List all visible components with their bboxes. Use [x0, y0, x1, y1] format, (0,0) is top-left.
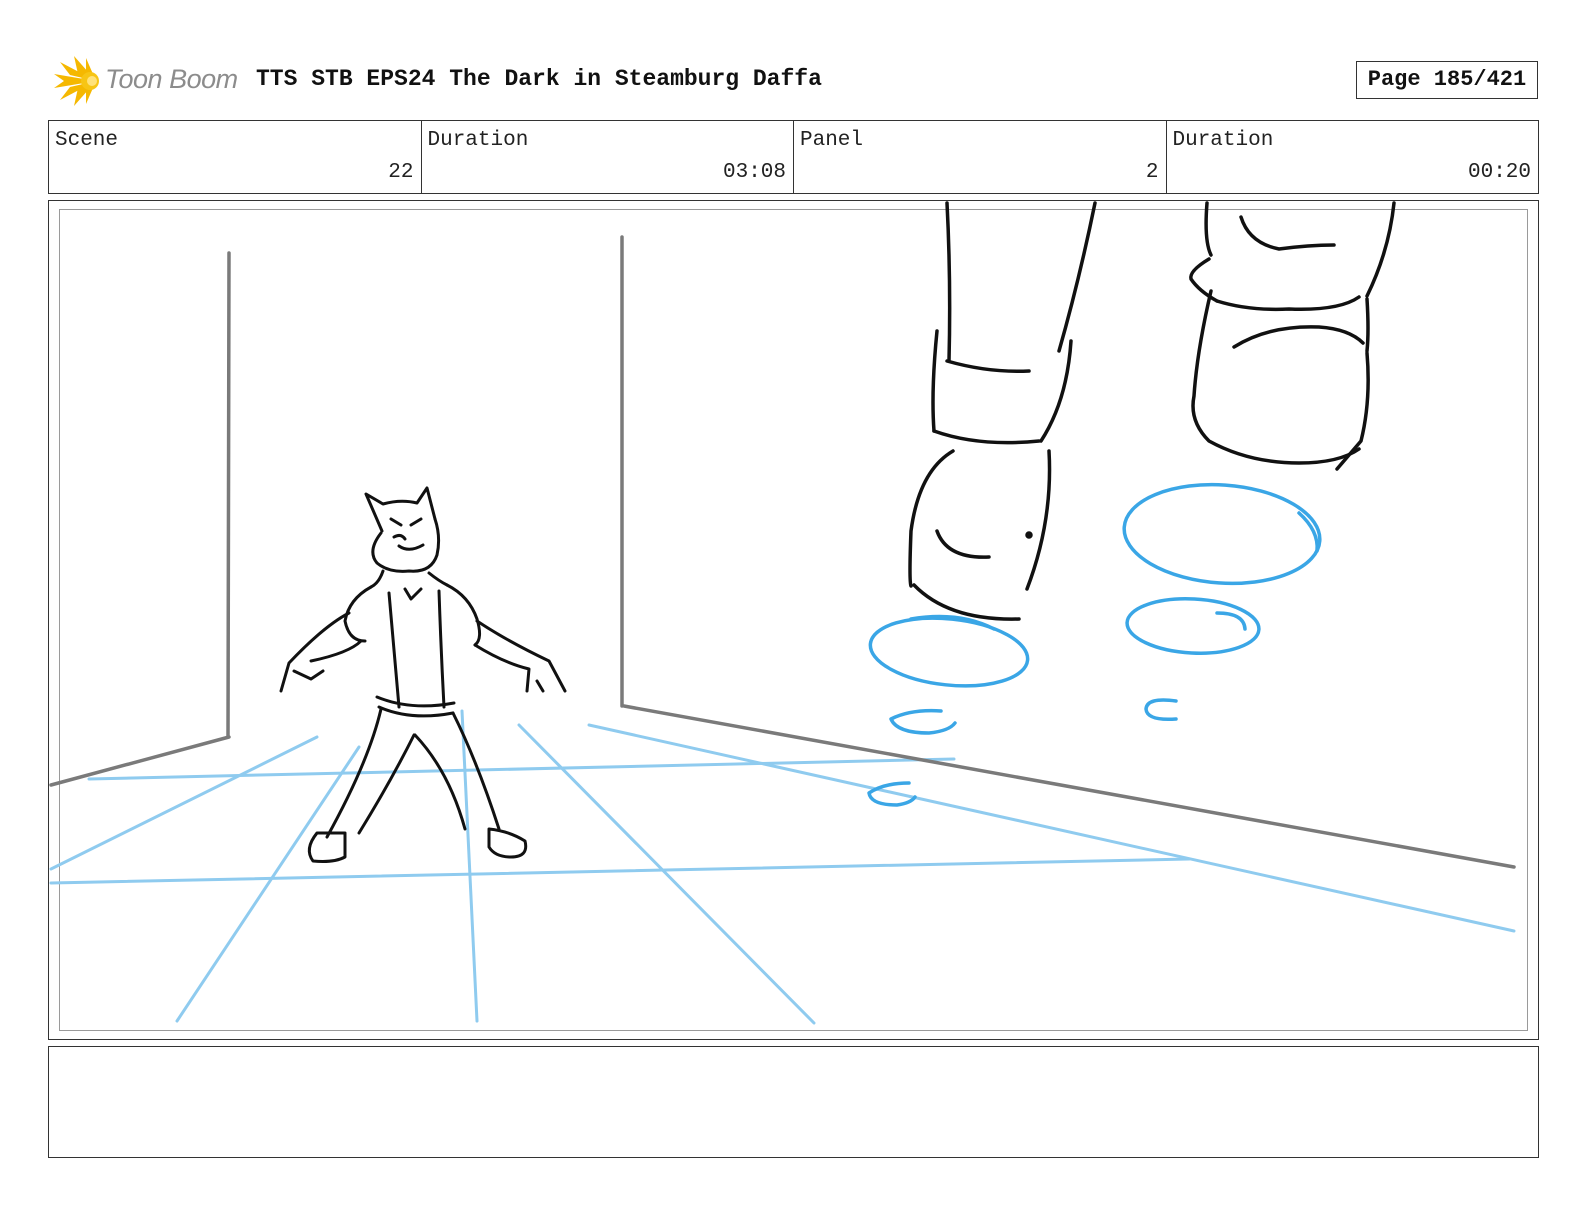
panel-frame [48, 200, 1539, 1040]
panel-label: Panel [800, 129, 864, 152]
giant-legs [908, 201, 1396, 621]
toon-boom-logo: Toon Boom [50, 54, 240, 108]
panel-duration-value: 00:20 [1467, 161, 1531, 184]
floor-grid [49, 709, 1516, 1025]
dust-puffs [867, 482, 1322, 807]
scene-duration-cell: Duration 03:08 [422, 121, 794, 193]
panel-duration-label: Duration [1172, 129, 1274, 152]
panel-value: 2 [1145, 161, 1159, 184]
scene-label: Scene [55, 129, 119, 152]
storyboard-sketch [49, 201, 1516, 1025]
scene-info-row: Scene 22 Duration 03:08 Panel 2 Duration… [48, 120, 1539, 194]
scene-duration-label: Duration [427, 129, 529, 152]
scene-cell: Scene 22 [49, 121, 422, 193]
panel-duration-cell: Duration 00:20 [1167, 121, 1539, 193]
walls [49, 235, 1516, 869]
panel-cell: Panel 2 [794, 121, 1167, 193]
notes-area [48, 1046, 1539, 1158]
scene-value: 22 [388, 161, 414, 184]
fox-character [279, 486, 567, 863]
page-indicator: Page 185/421 [1356, 61, 1538, 99]
scene-duration-value: 03:08 [722, 161, 786, 184]
starburst-icon [54, 56, 99, 106]
logo-wordmark: Toon Boom [105, 64, 238, 94]
document-title: TTS STB EPS24 The Dark in Steamburg Daff… [256, 66, 822, 92]
